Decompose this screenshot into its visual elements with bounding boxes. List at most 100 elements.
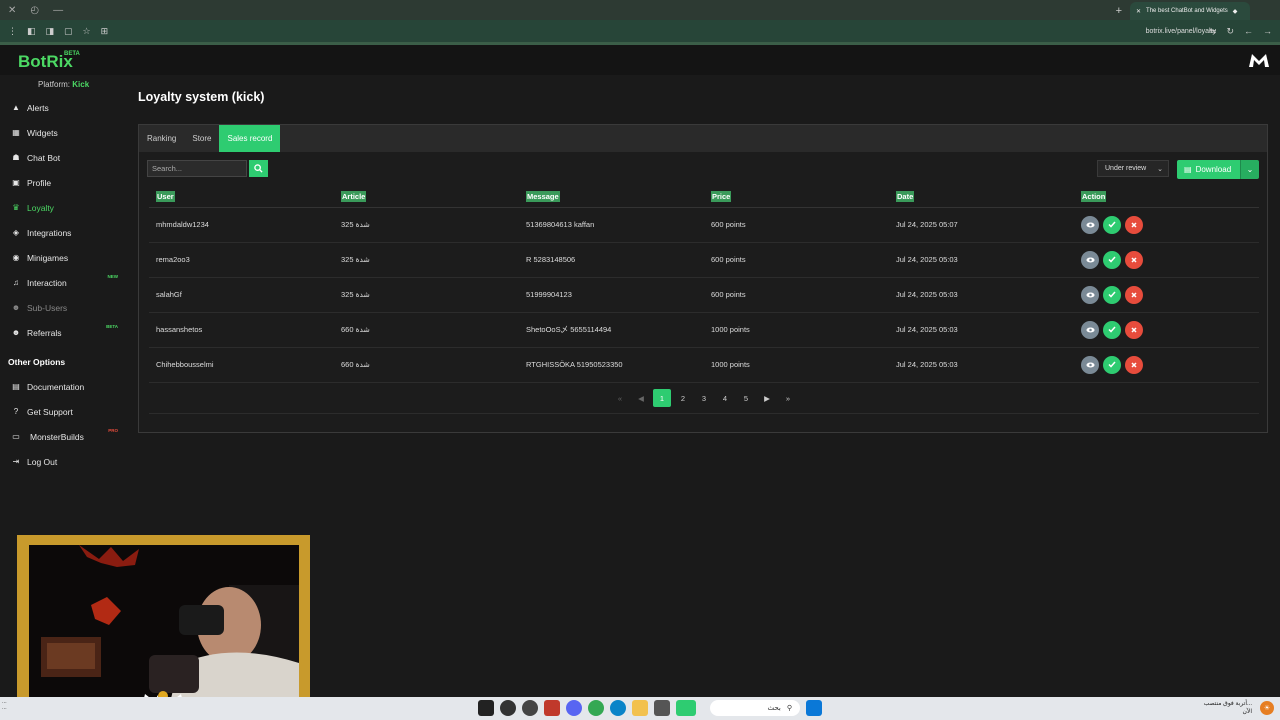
menu-dots-icon[interactable]: ⋮ [8,26,17,37]
eye-icon [1085,256,1095,263]
reload-icon[interactable]: ↻ [1226,26,1234,37]
sales-record-table: User Article Message Price Date Action m… [149,187,1259,383]
cell-article: 660 شدة [334,312,519,348]
search-input[interactable] [147,160,247,177]
new-badge: NEW [107,274,119,279]
last-page-button[interactable]: » [779,389,797,407]
chrome-app-icon[interactable] [588,700,604,716]
sidebar-item-monsterbuilds[interactable]: ▭ MonsterBuilds PRO [0,424,126,449]
close-icon [1131,326,1137,333]
weather-widget[interactable]: أتربة فوق منتصب... الآن [1204,700,1252,716]
view-button[interactable] [1081,215,1099,234]
status-filter-select[interactable]: Under review ⌄ [1097,160,1169,177]
taskbar-search[interactable]: بحث ⚲ [710,700,800,716]
approve-button[interactable] [1103,285,1121,304]
check-icon [1108,361,1116,368]
sidebar-item-loyalty[interactable]: ♛ Loyalty [0,195,126,220]
edge-app-icon[interactable] [610,700,626,716]
sidebar-item-chat-bot[interactable]: ☗ Chat Bot [0,145,126,170]
sidebar-item-referrals[interactable]: ☻ Referrals BETA [0,320,126,345]
download-options-button[interactable]: ⌄ [1240,160,1259,179]
reject-button[interactable] [1125,355,1143,374]
tab-ranking[interactable]: Ranking [139,125,184,152]
sidebar-item-widgets[interactable]: ▦ Widgets [0,120,126,145]
reject-button[interactable] [1125,320,1143,339]
site-info-icon[interactable]: ⊞ [101,26,109,37]
sidebar-item-get-support[interactable]: ? Get Support [0,399,126,424]
sidebar-item-sub-users[interactable]: ☻ Sub-Users [0,295,126,320]
close-tab-icon[interactable]: ✕ [1136,8,1141,15]
approve-button[interactable] [1103,215,1121,234]
bookmark-star-icon[interactable]: ☆ [83,26,91,37]
app-header [0,45,1280,75]
tabs-icon[interactable]: ▢ [64,26,73,37]
discord-app-icon[interactable] [566,700,582,716]
chevron-down-icon: ⌄ [1157,166,1163,173]
extension-icon[interactable]: ◨ [46,26,55,37]
new-tab-icon[interactable]: + [1116,5,1122,17]
approve-button[interactable] [1103,250,1121,269]
sidebar-item-minigames[interactable]: ◉ Minigames [0,245,126,270]
weather-icon[interactable]: ☀ [1260,701,1274,715]
monitor-icon: ▭ [12,432,20,441]
sidebar-item-label: Documentation [27,381,85,392]
download-button[interactable]: ▤ Download [1177,160,1240,179]
reject-button[interactable] [1125,285,1143,304]
sidebar-item-log-out[interactable]: ⇥ Log Out [0,449,126,474]
approve-button[interactable] [1103,320,1121,339]
sidebar-item-label: MonsterBuilds [30,431,84,442]
sidebar-item-profile[interactable]: ▣ Profile [0,170,126,195]
terminal-app-icon[interactable] [478,700,494,716]
check-icon [1108,221,1116,228]
page-button-2[interactable]: 2 [674,389,692,407]
close-window-icon[interactable]: ✕ [8,5,16,16]
platform-label: Platform: [38,80,71,89]
pro-badge: PRO [108,428,118,433]
media-app-icon[interactable] [500,700,516,716]
tab-sales-record[interactable]: Sales record [219,125,281,152]
view-button[interactable] [1081,250,1099,269]
tab-store[interactable]: Store [184,125,219,152]
cell-article: 325 شدة [334,277,519,313]
windows-start-icon[interactable] [806,700,822,716]
reject-button[interactable] [1125,215,1143,234]
widgets-app-icon[interactable] [676,700,696,716]
url-text[interactable]: botrix.live/panel/loyalty [1146,28,1216,35]
site-settings-icon[interactable]: ⇋ [1209,26,1217,37]
sidebar-item-interaction[interactable]: ♫ Interaction NEW [0,270,126,295]
prev-page-button[interactable]: ◀ [632,389,650,407]
folder-app-icon[interactable] [632,700,648,716]
browser-tab[interactable]: ✕ The best ChatBot and Widgets ◆ [1130,2,1250,20]
page-button-1[interactable]: 1 [653,389,671,407]
page-button-3[interactable]: 3 [695,389,713,407]
sidebar-item-integrations[interactable]: ◈ Integrations [0,220,126,245]
logo-beta-badge: BETA [64,51,80,57]
page-button-5[interactable]: 5 [737,389,755,407]
cell-article: 325 شدة [334,242,519,278]
users-icon: ☻ [11,328,21,337]
extension-icon[interactable]: ◧ [27,26,36,37]
cell-date: Jul 24, 2025 05:03 [889,347,1074,383]
restore-window-icon[interactable]: ◴ [30,5,39,16]
search-button[interactable] [249,160,268,177]
search-icon: ⚲ [786,705,792,712]
sidebar-item-documentation[interactable]: ▤ Documentation [0,374,126,399]
back-arrow-icon[interactable]: ← [1244,26,1253,37]
sidebar-item-alerts[interactable]: ▲ Alerts [0,95,126,120]
game-app-icon[interactable] [544,700,560,716]
view-button[interactable] [1081,320,1099,339]
next-page-button[interactable]: ▶ [758,389,776,407]
cell-message: ShetoOoS乄 5655114494 [519,312,704,348]
sidebar-item-label: Interaction [27,277,67,288]
minimize-window-icon[interactable]: — [53,5,63,16]
app-icon[interactable] [654,700,670,716]
forward-arrow-icon[interactable]: → [1263,26,1272,37]
first-page-button[interactable]: « [611,389,629,407]
approve-button[interactable] [1103,355,1121,374]
view-button[interactable] [1081,355,1099,374]
reject-button[interactable] [1125,250,1143,269]
view-button[interactable] [1081,285,1099,304]
console-app-icon[interactable] [522,700,538,716]
other-options-heading: Other Options [8,357,66,367]
page-button-4[interactable]: 4 [716,389,734,407]
